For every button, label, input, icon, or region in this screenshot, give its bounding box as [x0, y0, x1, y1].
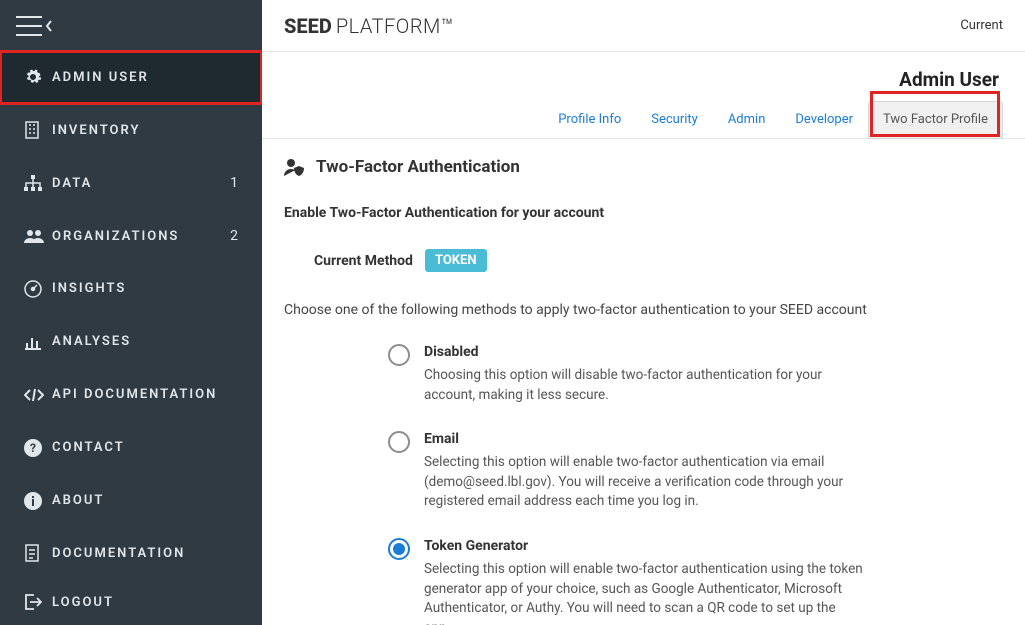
option-desc: Choosing this option will disable two-fa…: [424, 366, 864, 405]
section-heading: Two-Factor Authentication: [316, 157, 520, 177]
sidebar-item-label: CONTACT: [52, 440, 125, 455]
enable-2fa-label: Enable Two-Factor Authentication for you…: [284, 205, 1003, 221]
sidebar-item-documentation[interactable]: DOCUMENTATION: [0, 527, 262, 580]
profile-tabs: Profile Info Security Admin Developer Tw…: [262, 101, 1025, 139]
sidebar-item-inventory[interactable]: INVENTORY: [0, 104, 262, 157]
content-panel: Two-Factor Authentication Enable Two-Fac…: [262, 139, 1025, 625]
document-icon: [24, 543, 52, 563]
sidebar-item-admin-user[interactable]: ADMIN USER: [0, 51, 262, 104]
logout-icon: [24, 592, 52, 612]
users-icon: [24, 226, 52, 246]
option-title: Email: [424, 431, 864, 447]
option-token-generator: Token Generator Selecting this option wi…: [388, 538, 1003, 625]
page-title: Admin User: [262, 52, 1025, 101]
header-current-label[interactable]: Current: [960, 18, 1003, 33]
sidebar-item-label: DATA: [52, 176, 92, 191]
option-title: Token Generator: [424, 538, 864, 554]
sidebar-item-about[interactable]: ABOUT: [0, 474, 262, 527]
radio-email[interactable]: [388, 431, 410, 453]
tab-admin[interactable]: Admin: [713, 101, 781, 138]
sidebar-item-label: ANALYSES: [52, 334, 131, 349]
code-icon: [24, 385, 52, 405]
sidebar: ADMIN USER INVENTORY DATA 1 ORGANIZATION…: [0, 0, 262, 625]
sidebar-item-logout[interactable]: LOGOUT: [0, 580, 262, 625]
sidebar-item-label: API DOCUMENTATION: [52, 387, 217, 402]
sidebar-item-label: INSIGHTS: [52, 281, 126, 296]
option-desc: Selecting this option will enable two-fa…: [424, 560, 864, 625]
brand-strong: SEED: [284, 14, 332, 38]
choose-method-text: Choose one of the following methods to a…: [284, 302, 1003, 318]
sidebar-item-count: 2: [230, 228, 238, 244]
tab-developer[interactable]: Developer: [780, 101, 868, 138]
option-desc: Selecting this option will enable two-fa…: [424, 453, 864, 512]
current-method-row: Current Method TOKEN: [284, 249, 1003, 272]
option-title: Disabled: [424, 344, 864, 360]
sidebar-item-organizations[interactable]: ORGANIZATIONS 2: [0, 210, 262, 263]
radio-token-generator[interactable]: [388, 538, 410, 560]
sitemap-icon: [24, 173, 52, 193]
tab-two-factor-profile[interactable]: Two Factor Profile: [868, 101, 1003, 139]
user-shield-icon: [284, 158, 306, 176]
tab-security[interactable]: Security: [636, 101, 713, 138]
question-icon: ?: [24, 438, 52, 458]
sidebar-collapse-row: [0, 2, 262, 51]
chart-icon: [24, 332, 52, 352]
sidebar-item-contact[interactable]: ? CONTACT: [0, 421, 262, 474]
chevron-left-icon: [44, 19, 54, 33]
sidebar-item-api-documentation[interactable]: API DOCUMENTATION: [0, 368, 262, 421]
section-heading-row: Two-Factor Authentication: [284, 157, 1003, 177]
main-area: SEED PLATFORM™ Current Admin User Profil…: [262, 0, 1025, 625]
sidebar-item-label: DOCUMENTATION: [52, 546, 185, 561]
sidebar-item-label: ORGANIZATIONS: [52, 229, 179, 244]
sidebar-item-label: ADMIN USER: [52, 70, 149, 85]
building-icon: [24, 120, 52, 140]
sidebar-item-label: ABOUT: [52, 493, 104, 508]
option-email: Email Selecting this option will enable …: [388, 431, 1003, 512]
sidebar-item-insights[interactable]: INSIGHTS: [0, 263, 262, 316]
sidebar-item-label: INVENTORY: [52, 123, 140, 138]
gear-icon: [24, 67, 52, 87]
brand-light: PLATFORM™: [336, 14, 454, 38]
sidebar-item-count: 1: [230, 175, 238, 191]
gauge-icon: [24, 279, 52, 299]
sidebar-item-analyses[interactable]: ANALYSES: [0, 315, 262, 368]
sidebar-collapse-button[interactable]: [16, 16, 54, 36]
option-disabled: Disabled Choosing this option will disab…: [388, 344, 1003, 405]
sidebar-item-label: LOGOUT: [52, 595, 114, 610]
current-method-value: TOKEN: [425, 249, 487, 272]
svg-text:?: ?: [30, 441, 36, 455]
radio-disabled[interactable]: [388, 344, 410, 366]
current-method-label: Current Method: [314, 253, 413, 269]
info-icon: [24, 491, 52, 511]
tab-profile-info[interactable]: Profile Info: [543, 101, 636, 138]
app-header: SEED PLATFORM™ Current: [262, 0, 1025, 52]
sidebar-item-data[interactable]: DATA 1: [0, 157, 262, 210]
method-options: Disabled Choosing this option will disab…: [284, 344, 1003, 625]
